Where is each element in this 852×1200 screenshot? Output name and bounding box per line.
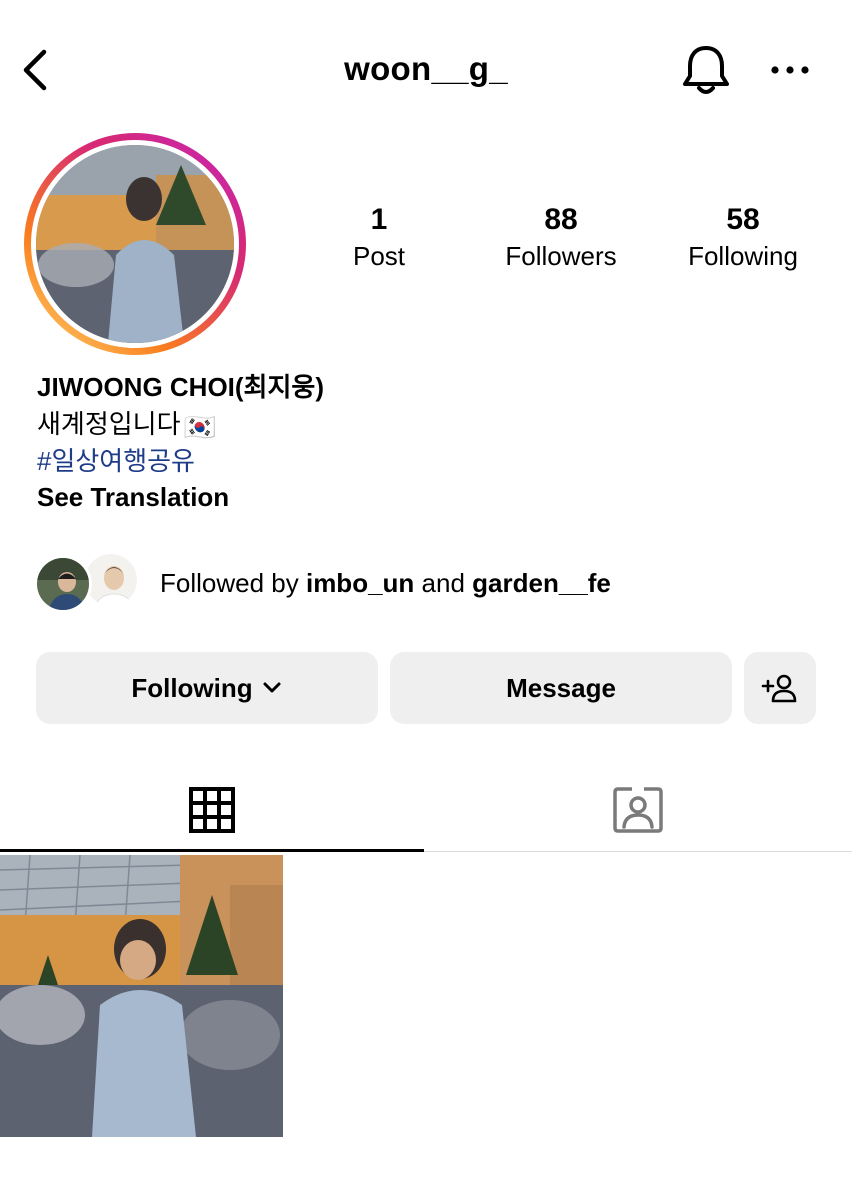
story-ring[interactable]	[24, 133, 246, 355]
tab-divider	[424, 851, 852, 852]
followed-by-text[interactable]: Followed by imbo_un and garden__fe	[160, 566, 611, 600]
tagged-person-icon	[613, 787, 663, 833]
suggested-people-button[interactable]	[744, 652, 816, 724]
grid-icon	[189, 787, 235, 833]
more-horizontal-icon	[771, 66, 809, 74]
stat-posts[interactable]: 1 Post	[289, 203, 469, 273]
add-person-icon	[761, 674, 797, 703]
stat-followers[interactable]: 88 Followers	[471, 203, 651, 273]
follower-username-1[interactable]: imbo_un	[306, 568, 414, 598]
message-button[interactable]: Message	[390, 652, 732, 724]
korea-flag-icon: 🇰🇷	[183, 412, 216, 442]
see-translation-link[interactable]: See Translation	[37, 479, 229, 515]
active-tab-indicator	[0, 849, 424, 852]
notifications-button[interactable]	[680, 42, 732, 98]
chevron-down-icon	[263, 682, 281, 693]
following-button[interactable]: Following	[36, 652, 378, 724]
bell-icon	[683, 46, 729, 94]
stat-following[interactable]: 58 Following	[653, 203, 833, 273]
more-options-button[interactable]	[766, 52, 814, 88]
tab-posts-grid[interactable]	[0, 770, 424, 850]
avatar	[36, 145, 234, 343]
bio-hashtag-link[interactable]: #일상여행공유	[37, 443, 195, 479]
bio-text: 새계정입니다 🇰🇷	[37, 406, 216, 445]
profile-full-name: JIWOONG CHOI(최지웅)	[37, 372, 324, 402]
follower-username-2[interactable]: garden__fe	[472, 568, 611, 598]
tab-tagged[interactable]	[424, 770, 852, 850]
follower-avatar-1[interactable]	[34, 555, 92, 613]
post-thumbnail[interactable]	[0, 855, 283, 1137]
